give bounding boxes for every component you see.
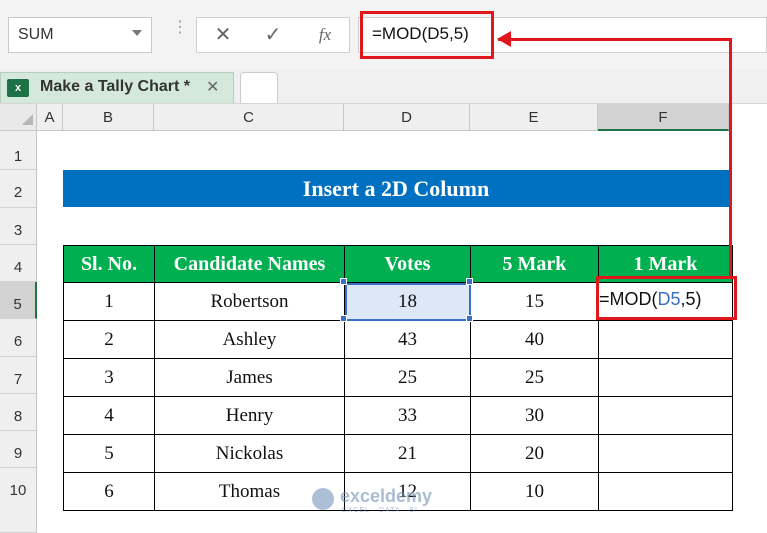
cell[interactable] bbox=[598, 472, 733, 511]
selection-handle[interactable] bbox=[340, 315, 347, 322]
row-header-3[interactable]: 3 bbox=[0, 208, 37, 245]
cell[interactable]: James bbox=[154, 358, 345, 397]
column-header-c[interactable]: C bbox=[154, 104, 344, 131]
header-votes[interactable]: Votes bbox=[344, 245, 471, 283]
header-candidate-names[interactable]: Candidate Names bbox=[154, 245, 345, 283]
formula-highlight-box bbox=[360, 11, 494, 59]
cell[interactable]: 40 bbox=[470, 320, 599, 359]
row-header-2[interactable]: 2 bbox=[0, 170, 37, 208]
drag-handle-icon[interactable]: ⋮ bbox=[172, 20, 188, 46]
watermark-name: exceldemy bbox=[340, 486, 433, 506]
cell[interactable]: Henry bbox=[154, 396, 345, 435]
close-icon[interactable]: ✕ bbox=[206, 77, 219, 97]
cell[interactable]: 2 bbox=[63, 320, 155, 359]
cell[interactable] bbox=[598, 434, 733, 473]
cell[interactable]: 1 bbox=[63, 282, 155, 321]
cell-d5-referenced[interactable]: 18 bbox=[344, 282, 471, 321]
cell[interactable]: 21 bbox=[344, 434, 471, 473]
formula-buttons: ✕ ✓ fx bbox=[196, 17, 350, 53]
row-header-10[interactable]: 10 bbox=[0, 468, 37, 533]
column-header-b[interactable]: B bbox=[63, 104, 154, 131]
cell[interactable]: 43 bbox=[344, 320, 471, 359]
column-header-d[interactable]: D bbox=[344, 104, 470, 131]
cell-highlight-box bbox=[596, 276, 737, 320]
header-sl-no[interactable]: Sl. No. bbox=[63, 245, 155, 283]
cell[interactable]: Ashley bbox=[154, 320, 345, 359]
row-header-9[interactable]: 9 bbox=[0, 431, 37, 468]
cancel-icon[interactable]: ✕ bbox=[203, 18, 243, 52]
cell[interactable]: 3 bbox=[63, 358, 155, 397]
cell[interactable]: Nickolas bbox=[154, 434, 345, 473]
cell[interactable] bbox=[598, 320, 733, 359]
annotation-arrow-line bbox=[729, 38, 732, 278]
cell[interactable]: 15 bbox=[470, 282, 599, 321]
column-header-f[interactable]: F bbox=[598, 104, 729, 131]
column-header-e[interactable]: E bbox=[470, 104, 598, 131]
cell[interactable]: 6 bbox=[63, 472, 155, 511]
chevron-down-icon[interactable] bbox=[132, 30, 142, 36]
cell[interactable]: 30 bbox=[470, 396, 599, 435]
table-row: 2 Ashley 43 40 bbox=[63, 320, 733, 359]
cell[interactable]: Robertson bbox=[154, 282, 345, 321]
cell[interactable]: 4 bbox=[63, 396, 155, 435]
cell[interactable]: 33 bbox=[344, 396, 471, 435]
cell[interactable]: 5 bbox=[63, 434, 155, 473]
table-row: 4 Henry 33 30 bbox=[63, 396, 733, 435]
sheet-title[interactable]: Insert a 2D Column bbox=[63, 170, 729, 207]
row-header-8[interactable]: 8 bbox=[0, 394, 37, 431]
enter-icon[interactable]: ✓ bbox=[253, 18, 293, 52]
document-tab-label: Make a Tally Chart * bbox=[40, 78, 190, 95]
selection-handle[interactable] bbox=[466, 278, 473, 285]
cell[interactable] bbox=[598, 358, 733, 397]
row-header-7[interactable]: 7 bbox=[0, 357, 37, 394]
row-header-5[interactable]: 5 bbox=[0, 282, 37, 319]
row-header-4[interactable]: 4 bbox=[0, 245, 37, 282]
cell[interactable]: 25 bbox=[344, 358, 471, 397]
header-5-mark[interactable]: 5 Mark bbox=[470, 245, 599, 283]
table-row: 5 Nickolas 21 20 bbox=[63, 434, 733, 473]
column-header-a[interactable]: A bbox=[37, 104, 63, 131]
annotation-arrow-line bbox=[498, 38, 732, 41]
new-tab-button[interactable] bbox=[240, 72, 278, 103]
row-header-6[interactable]: 6 bbox=[0, 319, 37, 357]
exceldemy-logo-icon bbox=[312, 488, 334, 510]
cell[interactable] bbox=[598, 396, 733, 435]
insert-function-icon[interactable]: fx bbox=[305, 18, 345, 52]
arrow-left-icon bbox=[497, 31, 511, 47]
cell[interactable]: 10 bbox=[470, 472, 599, 511]
selection-handle[interactable] bbox=[466, 315, 473, 322]
watermark-tagline: EXCEL · DATA · BI bbox=[342, 507, 418, 514]
cell[interactable]: 25 bbox=[470, 358, 599, 397]
selection-handle[interactable] bbox=[340, 278, 347, 285]
table-row: 3 James 25 25 bbox=[63, 358, 733, 397]
row-header-1[interactable]: 1 bbox=[0, 131, 37, 170]
cell[interactable]: 20 bbox=[470, 434, 599, 473]
select-all-icon bbox=[22, 114, 33, 125]
name-box[interactable]: SUM bbox=[8, 17, 152, 53]
excel-file-icon: x bbox=[7, 79, 29, 97]
